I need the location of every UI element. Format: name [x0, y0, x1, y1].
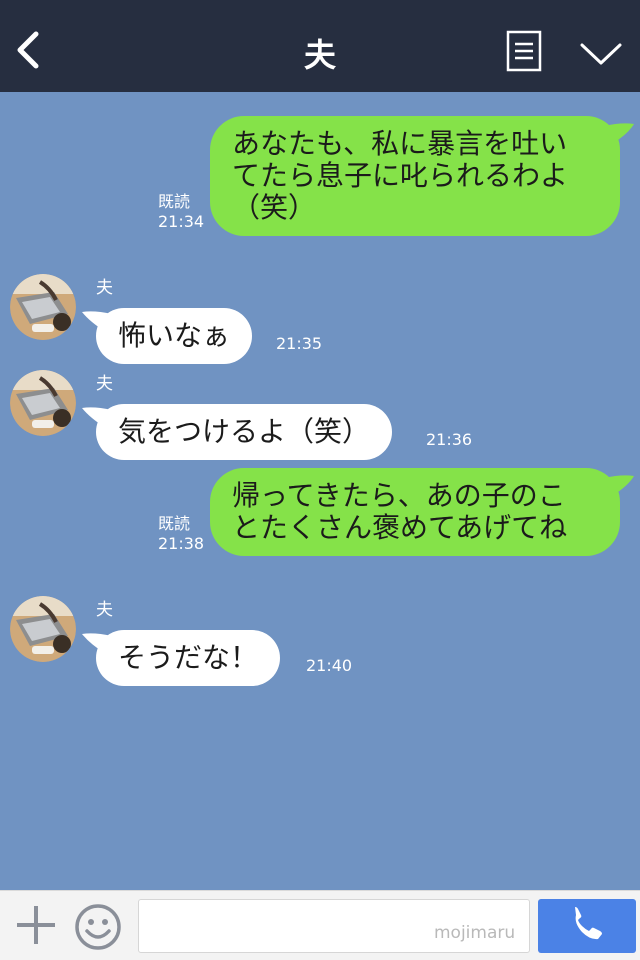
avatar-photo	[10, 596, 76, 662]
message-time: 21:36	[426, 430, 473, 449]
outgoing-message-bubble[interactable]: 帰ってきたら、あの子のこ とたくさん褒めてあげてね	[210, 468, 634, 556]
message-line: 帰ってきたら、あの子のこ	[232, 479, 566, 512]
message-input[interactable]	[138, 899, 530, 953]
message-line: あなたも、私に暴言を吐い	[232, 127, 568, 160]
note-button[interactable]	[506, 30, 542, 72]
chat-header: 夫	[0, 0, 640, 92]
incoming-message-bubble[interactable]: そうだな！	[82, 630, 281, 686]
read-label: 既読	[158, 192, 191, 211]
message-line: てたら息子に叱られるわよ	[232, 159, 569, 192]
menu-dropdown-button[interactable]	[578, 36, 624, 70]
back-button[interactable]	[12, 28, 48, 72]
read-label: 既読	[158, 514, 191, 533]
sender-name: 夫	[96, 278, 113, 298]
message-time: 21:35	[276, 334, 323, 353]
avatar-photo	[10, 370, 76, 436]
message-line: （笑）	[232, 191, 317, 224]
message-composer: mojimaru	[0, 890, 640, 960]
message-text: そうだな！	[118, 641, 259, 674]
phone-icon	[575, 907, 602, 940]
message-line: とたくさん褒めてあげてね	[232, 511, 568, 544]
avatar[interactable]	[10, 274, 76, 340]
bubble-tail	[82, 633, 112, 654]
incoming-message-bubble[interactable]: 怖いなぁ	[82, 308, 253, 364]
message-list[interactable]: 既読 21:34 あなたも、私に暴言を吐い てたら息子に叱られるわよ （笑） 夫…	[0, 92, 640, 890]
message-time: 21:40	[306, 656, 353, 675]
emoji-button[interactable]	[74, 903, 122, 951]
call-button[interactable]	[538, 899, 636, 953]
message-time: 21:34	[158, 212, 205, 231]
message-text: 気をつけるよ（笑）	[118, 415, 371, 448]
read-receipt: 既読 21:34	[158, 192, 204, 232]
emoji-icon	[75, 904, 121, 950]
avatar-photo	[10, 274, 76, 340]
bubble-tail	[604, 475, 634, 496]
message-time: 21:38	[158, 534, 205, 553]
sender-name: 夫	[96, 374, 113, 394]
read-receipt: 既読 21:38	[158, 514, 204, 554]
outgoing-message-bubble[interactable]: あなたも、私に暴言を吐い てたら息子に叱られるわよ （笑）	[210, 116, 634, 236]
bubble-tail	[604, 123, 634, 144]
plus-icon	[17, 906, 55, 944]
back-chevron-icon	[17, 31, 39, 69]
sender-name: 夫	[96, 600, 113, 620]
bubble-tail	[82, 407, 112, 428]
chat-title: 夫	[303, 36, 336, 74]
note-icon	[506, 30, 542, 72]
incoming-message-bubble[interactable]: 気をつけるよ（笑）	[82, 404, 393, 460]
message-text: 怖いなぁ	[118, 319, 231, 352]
chevron-down-icon	[580, 43, 622, 65]
bubble-tail	[82, 311, 112, 332]
add-button[interactable]	[14, 903, 58, 947]
avatar[interactable]	[10, 596, 76, 662]
avatar[interactable]	[10, 370, 76, 436]
